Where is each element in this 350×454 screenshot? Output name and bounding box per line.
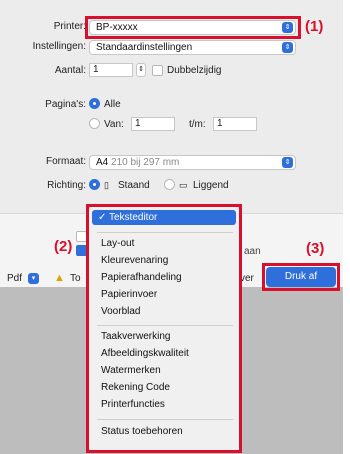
landscape-label: Liggend — [193, 180, 229, 191]
copies-input[interactable]: 1 — [89, 63, 133, 77]
pages-all-radio[interactable] — [89, 98, 100, 109]
presets-value: Standaardinstellingen — [96, 42, 193, 53]
landscape-radio[interactable] — [164, 179, 175, 190]
pages-to-label: t/m: — [189, 119, 206, 130]
chevron-updown-icon: ⇕ — [282, 42, 293, 53]
pages-from-input[interactable]: 1 — [131, 117, 175, 131]
callout-3: (3) — [306, 240, 325, 257]
pages-label: Pagina's: — [45, 99, 86, 110]
paper-value: A4 — [96, 157, 109, 168]
paper-label: Formaat: — [45, 156, 86, 167]
pages-range-radio[interactable] — [89, 118, 100, 129]
pages-all-label: Alle — [104, 99, 121, 110]
pdf-menu-label[interactable]: Pdf — [7, 273, 22, 284]
warning-icon: ▲ — [54, 272, 65, 284]
copies-label: Aantal: — [54, 65, 86, 76]
paper-detail: 210 bij 297 mm — [111, 157, 180, 168]
presets-label: Instellingen: — [32, 41, 86, 52]
landscape-icon: ▭ — [179, 180, 188, 190]
highlight-print-button — [262, 263, 340, 291]
paper-select[interactable]: A4 210 bij 297 mm ⇕ — [89, 155, 296, 170]
orientation-label: Richting: — [47, 180, 86, 191]
callout-1: (1) — [305, 18, 324, 35]
portrait-icon: ▯ — [104, 180, 109, 190]
printer-label: Printer: — [53, 21, 86, 32]
partial-text-left: To — [70, 273, 81, 284]
portrait-label: Staand — [118, 180, 150, 191]
presets-select[interactable]: Standaardinstellingen ⇕ — [89, 40, 296, 55]
pages-to-input[interactable]: 1 — [213, 117, 257, 131]
callout-2: (2) — [54, 238, 73, 255]
partial-text-right: aan — [244, 246, 261, 257]
chevron-updown-icon: ⇕ — [282, 157, 293, 168]
duplex-checkbox[interactable] — [152, 65, 163, 76]
highlight-printer — [85, 16, 301, 39]
copies-stepper[interactable]: ⇕ — [136, 63, 146, 77]
portrait-radio[interactable] — [89, 179, 100, 190]
highlight-menu — [86, 204, 242, 453]
pages-from-label: Van: — [104, 119, 124, 130]
chevron-down-icon[interactable]: ▾ — [28, 273, 39, 284]
partial-text-mid: ver — [240, 273, 254, 284]
duplex-label: Dubbelzijdig — [167, 65, 222, 76]
